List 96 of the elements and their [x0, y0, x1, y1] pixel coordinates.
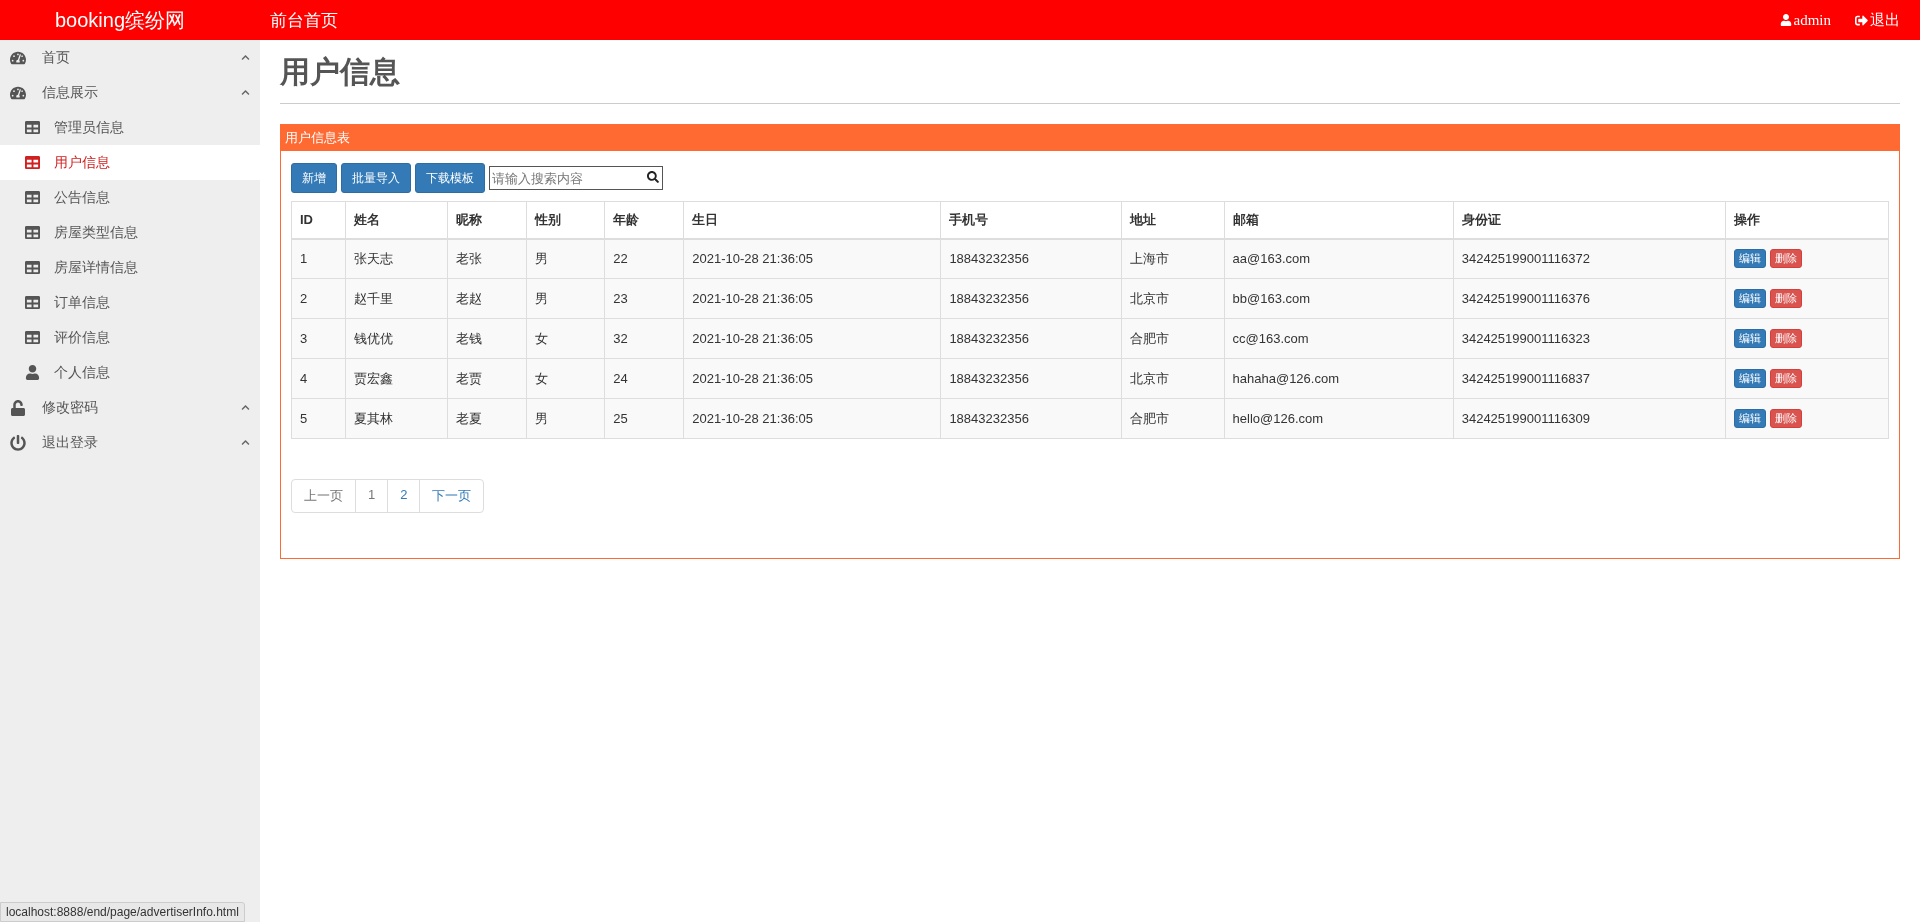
sidebar-item[interactable]: 订单信息 [0, 285, 260, 320]
sidebar-group[interactable]: 退出登录 [0, 425, 260, 460]
column-header: 邮箱 [1224, 201, 1454, 239]
sidebar-item[interactable]: 管理员信息 [0, 110, 260, 145]
table-cell: 赵千里 [345, 278, 448, 319]
toolbar-button[interactable]: 下载模板 [415, 163, 485, 193]
table-cell: 32 [604, 318, 684, 359]
table-cell: 22 [604, 238, 684, 279]
column-header: 地址 [1121, 201, 1225, 239]
table-cell: 342425199001116376 [1453, 278, 1726, 319]
table-cell: 342425199001116837 [1453, 358, 1726, 399]
table-cell: 老钱 [447, 318, 527, 359]
table-cell: 钱优优 [345, 318, 448, 359]
table-cell: aa@163.com [1224, 238, 1454, 279]
table-cell: 2021-10-28 21:36:05 [683, 398, 941, 439]
column-header: ID [291, 201, 346, 239]
nav-link[interactable]: 前台首页 [270, 8, 338, 32]
table-cell: 25 [604, 398, 684, 439]
status-url: localhost:8888/end/page/advertiserInfo.html [0, 902, 245, 922]
edit-button[interactable]: 编辑 [1733, 409, 1766, 428]
sidebar-item[interactable]: 房屋详情信息 [0, 250, 260, 285]
sidebar-group[interactable]: 首页 [0, 40, 260, 75]
column-header: 性别 [526, 201, 605, 239]
table-cell: 合肥市 [1121, 398, 1225, 439]
column-header: 身份证 [1453, 201, 1726, 239]
table-cell: 2021-10-28 21:36:05 [683, 318, 941, 359]
column-header: 操作 [1725, 201, 1889, 239]
toolbar-button[interactable]: 批量导入 [341, 163, 411, 193]
delete-button[interactable]: 删除 [1769, 409, 1802, 428]
table-cell: 23 [604, 278, 684, 319]
sidebar-item[interactable]: 用户信息 [0, 145, 260, 180]
table-cell: 老贾 [447, 358, 527, 399]
table-cell: 贾宏鑫 [345, 358, 448, 399]
table-cell: 女 [526, 358, 605, 399]
table-cell: 上海市 [1121, 238, 1225, 279]
logout-link[interactable]: 退出 [1855, 10, 1900, 30]
delete-button[interactable]: 删除 [1769, 369, 1802, 388]
edit-button[interactable]: 编辑 [1733, 369, 1766, 388]
sidebar-group[interactable]: 修改密码 [0, 390, 260, 425]
sidebar-group[interactable]: 信息展示 [0, 75, 260, 110]
edit-button[interactable]: 编辑 [1733, 329, 1766, 348]
table-cell: cc@163.com [1224, 318, 1454, 359]
table-cell: 老赵 [447, 278, 527, 319]
brand-name: booking缤纷网 [53, 7, 187, 33]
table-cell: 18843232356 [940, 398, 1121, 439]
table-cell: 张天志 [345, 238, 448, 279]
table-cell: 男 [526, 398, 605, 439]
page-link[interactable]: 下一页 [419, 479, 485, 513]
edit-button[interactable]: 编辑 [1733, 249, 1766, 269]
table-cell: 18843232356 [940, 238, 1121, 279]
table-cell: 18843232356 [940, 318, 1121, 359]
table-cell: hahaha@126.com [1224, 358, 1454, 399]
table-cell: 24 [604, 358, 684, 399]
column-header: 年龄 [604, 201, 684, 239]
table-cell: 2021-10-28 21:36:05 [683, 238, 941, 279]
table-cell: 2021-10-28 21:36:05 [683, 358, 941, 399]
table-cell: 4 [291, 358, 346, 399]
table-cell: 北京市 [1121, 278, 1225, 319]
table-cell: hello@126.com [1224, 398, 1454, 439]
table-cell: 男 [526, 238, 605, 279]
table-cell: 18843232356 [940, 358, 1121, 399]
sidebar-item[interactable]: 房屋类型信息 [0, 215, 260, 250]
page-link[interactable]: 2 [387, 479, 421, 513]
table-cell: 老张 [447, 238, 527, 279]
sidebar-item[interactable]: 评价信息 [0, 320, 260, 355]
table-cell: bb@163.com [1224, 278, 1454, 319]
user-link[interactable]: admin [1779, 11, 1831, 29]
search-field[interactable]: 请输入搜索内容 [489, 166, 663, 190]
column-header: 姓名 [345, 201, 448, 239]
column-header: 生日 [683, 201, 941, 239]
table-cell: 男 [526, 278, 605, 319]
table-cell: 18843232356 [940, 278, 1121, 319]
panel-header: 用户信息表 [281, 125, 1899, 151]
table-cell: 2 [291, 278, 346, 319]
table-cell: 342425199001116372 [1453, 238, 1726, 279]
toolbar-button[interactable]: 新增 [291, 163, 337, 193]
delete-button[interactable]: 删除 [1769, 249, 1802, 269]
delete-button[interactable]: 删除 [1769, 329, 1802, 348]
sidebar-item[interactable]: 个人信息 [0, 355, 260, 390]
sidebar-item[interactable]: 公告信息 [0, 180, 260, 215]
table-cell: 老夏 [447, 398, 527, 439]
delete-button[interactable]: 删除 [1769, 289, 1802, 308]
column-header: 手机号 [940, 201, 1121, 239]
table-cell: 2021-10-28 21:36:05 [683, 278, 941, 319]
column-header: 昵称 [447, 201, 527, 239]
table-cell: 342425199001116309 [1453, 398, 1726, 439]
table-cell: 合肥市 [1121, 318, 1225, 359]
table-cell: 北京市 [1121, 358, 1225, 399]
table-cell: 5 [291, 398, 346, 439]
table-cell: 3 [291, 318, 346, 359]
table-cell: 夏其林 [345, 398, 448, 439]
edit-button[interactable]: 编辑 [1733, 289, 1766, 308]
page-title: 用户信息 [280, 52, 1900, 104]
table-cell: 1 [291, 238, 346, 279]
table-cell: 342425199001116323 [1453, 318, 1726, 359]
table-cell: 女 [526, 318, 605, 359]
